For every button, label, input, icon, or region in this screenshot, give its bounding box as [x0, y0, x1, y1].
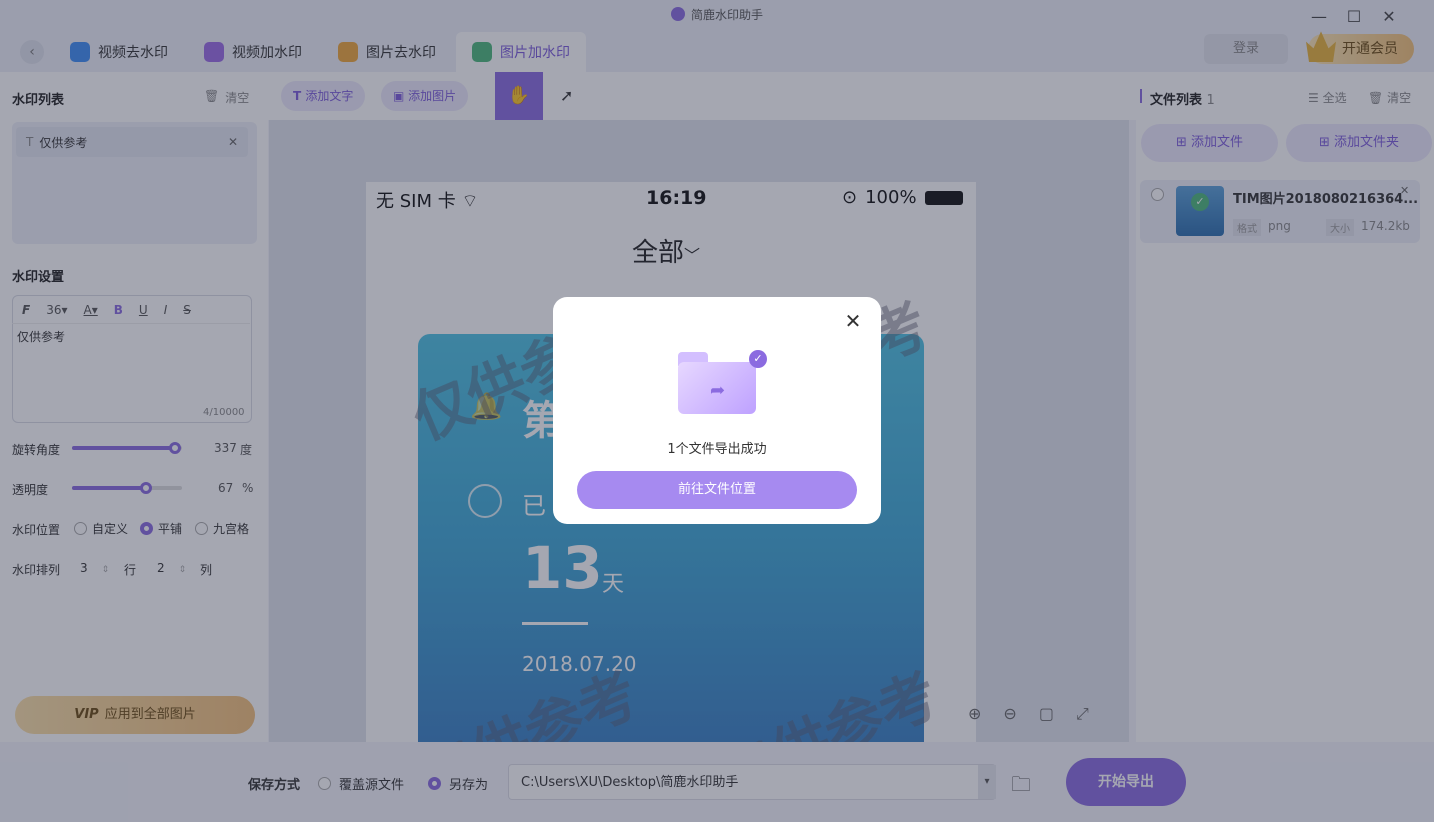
success-check-icon: ✓ — [749, 350, 767, 368]
close-dialog-icon[interactable]: ✕ — [842, 310, 864, 332]
share-arrow-icon: ➦ — [710, 380, 726, 401]
open-location-button[interactable]: 前往文件位置 — [577, 471, 857, 509]
dialog-message: 1个文件导出成功 — [667, 442, 767, 457]
folder-success-icon: ➦ — [678, 362, 756, 414]
